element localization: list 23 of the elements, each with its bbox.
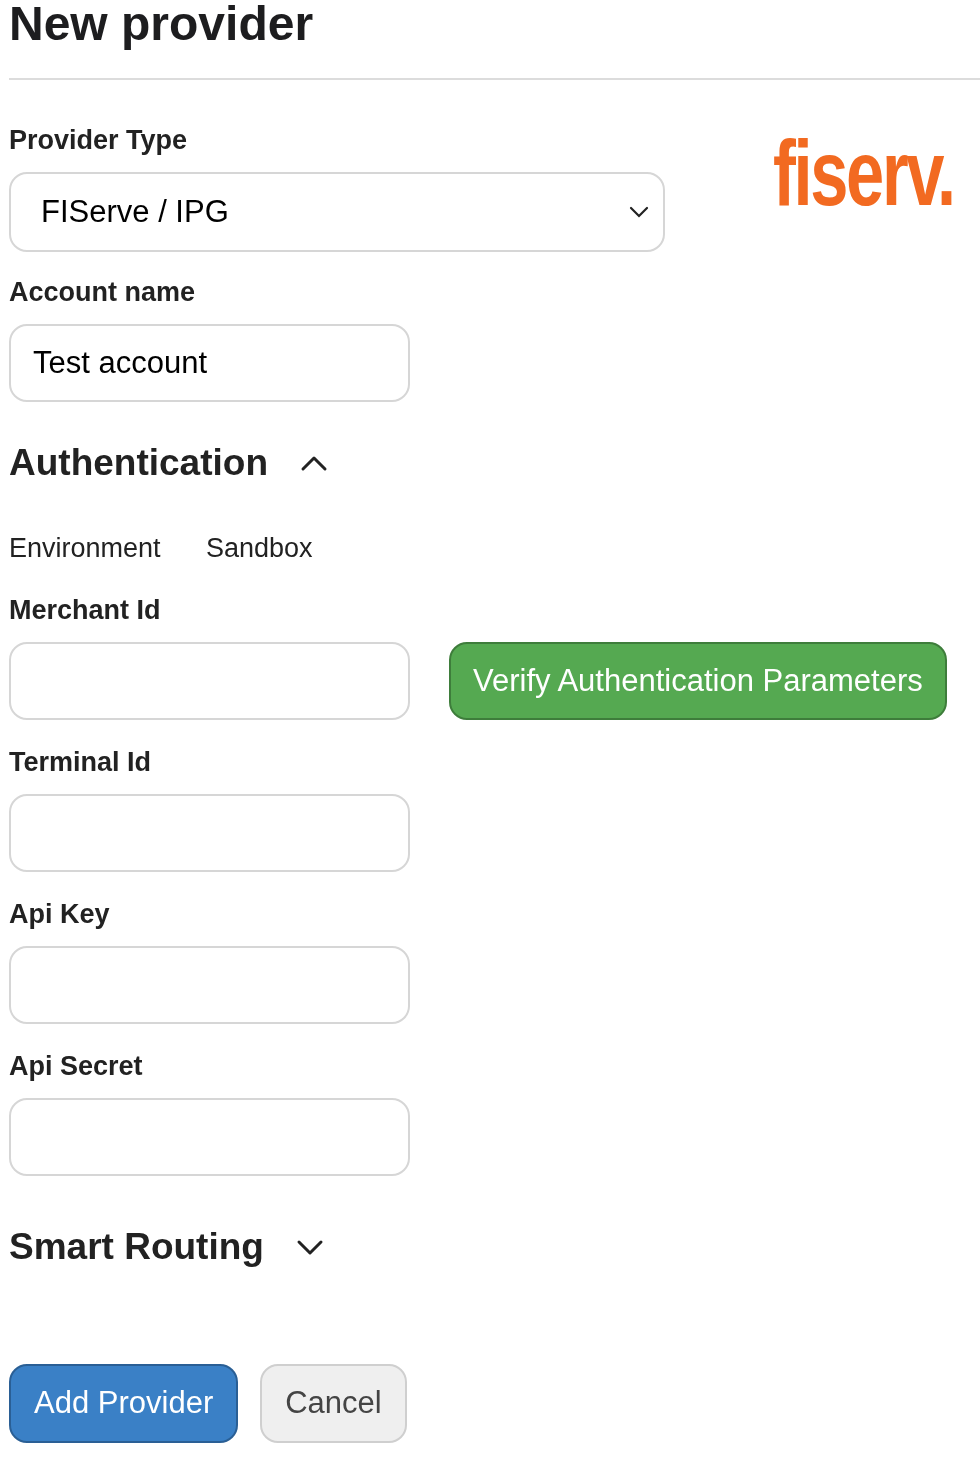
input-field[interactable] <box>9 1098 410 1176</box>
section-heading: Smart Routing <box>9 1225 264 1269</box>
field-label: Terminal Id <box>9 746 153 778</box>
section-heading: Authentication <box>9 441 268 485</box>
chevron-up-icon[interactable] <box>300 454 328 472</box>
provider-type-select[interactable]: FIServe / IPG <box>9 172 665 252</box>
field-label: Account name <box>9 276 197 308</box>
add-provider-button[interactable]: Add Provider <box>9 1364 239 1443</box>
field-label: Merchant Id <box>9 594 162 626</box>
logo: fiserv. <box>773 125 954 221</box>
input-field[interactable] <box>9 946 410 1024</box>
input-field[interactable] <box>9 794 410 872</box>
environment-label: Environment <box>9 532 162 564</box>
input-field[interactable] <box>9 642 410 720</box>
chevron-down-icon[interactable] <box>295 1238 324 1256</box>
field-label: Api Secret <box>9 1050 144 1082</box>
page-title: New provider <box>9 0 315 52</box>
environment-value: Sandbox <box>206 532 313 564</box>
cancel-button[interactable]: Cancel <box>260 1364 407 1443</box>
field-label: Api Key <box>9 898 111 930</box>
account-name-field[interactable]: Test account <box>9 324 410 402</box>
field-label: Provider Type <box>9 124 189 156</box>
chevron-down-icon <box>629 206 649 218</box>
